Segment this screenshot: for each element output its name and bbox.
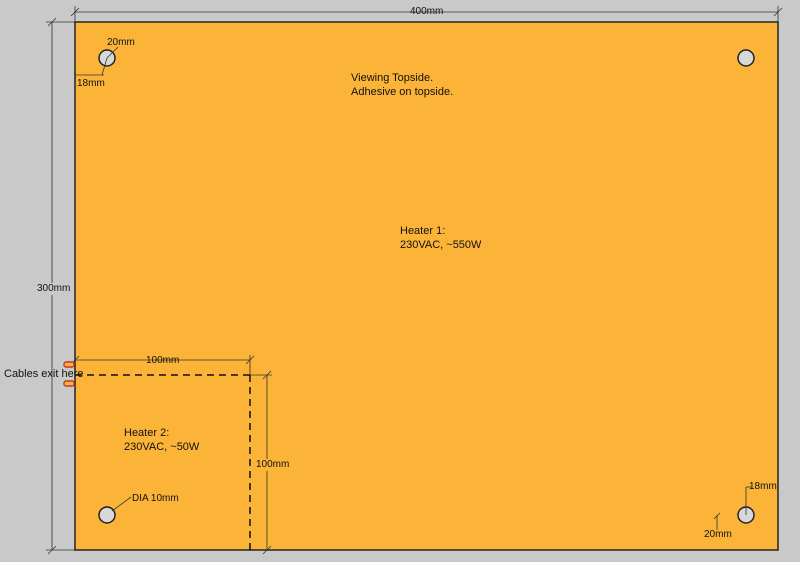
heater1-spec: 230VAC, ~550W: [400, 239, 482, 251]
heater2-width-label: 100mm: [146, 355, 180, 366]
heater1-label: Heater 1: 230VAC, ~550W: [400, 224, 481, 252]
heater2-height-label: 100mm: [256, 459, 290, 471]
heater1-title: Heater 1:: [400, 225, 446, 237]
height-dimension-label: 300mm: [37, 283, 71, 295]
view-note: Viewing Topside. Adhesive on topside.: [351, 71, 453, 99]
mounting-hole-icon: [737, 49, 755, 67]
view-note-line1: Viewing Topside.: [351, 72, 434, 84]
hole-diameter-label: DIA 10mm: [132, 493, 179, 504]
hole-offset-y-label-bottom: 18mm: [749, 481, 777, 492]
view-note-line2: Adhesive on topside.: [351, 86, 454, 98]
hole-offset-x-label-bottom: 20mm: [704, 529, 732, 540]
mounting-hole-icon: [98, 506, 116, 524]
hole-offset-y-label-top: 18mm: [77, 78, 105, 89]
heater2-title: Heater 2:: [124, 427, 170, 439]
heater2-spec: 230VAC, ~50W: [124, 441, 200, 453]
heater-plate: [74, 21, 779, 551]
hole-offset-x-label-top: 20mm: [107, 37, 135, 48]
width-dimension-label: 400mm: [410, 6, 444, 17]
cables-exit-note: Cables exit here: [4, 368, 84, 380]
heater2-label: Heater 2: 230VAC, ~50W: [124, 426, 199, 454]
